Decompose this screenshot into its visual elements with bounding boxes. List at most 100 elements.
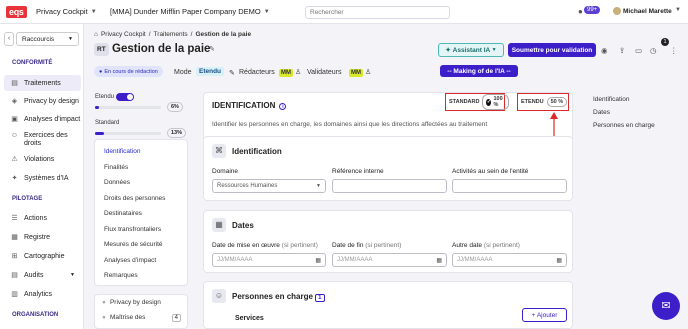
sidebar-item-systemes-ia[interactable]: ✦ Systèmes d'IA bbox=[4, 170, 81, 186]
section-nav-item[interactable]: Destinataires bbox=[95, 206, 187, 222]
sidebar-item-traitements[interactable]: ▤ Traitements bbox=[4, 75, 81, 91]
breadcrumb-current: Gestion de la paie bbox=[195, 31, 252, 38]
submit-validation-button[interactable]: Soumettre pour validation bbox=[508, 43, 596, 57]
notification-count: 1 bbox=[661, 38, 669, 46]
add-person-button[interactable]: + Ajouter bbox=[522, 308, 567, 322]
sidebar-item-exercices[interactable]: ☺ Exercices des droits bbox=[4, 130, 81, 150]
avatar[interactable] bbox=[613, 7, 621, 15]
sidebar-item-audits[interactable]: ▤ Audits ▼ bbox=[4, 267, 81, 283]
chevron-down-icon[interactable]: ▼ bbox=[675, 7, 681, 13]
date-placeholder: JJ/MM/AAAA bbox=[457, 257, 493, 263]
app-menu[interactable]: Privacy Cockpit ▼ bbox=[36, 7, 97, 16]
domaine-value: Ressources Humaines bbox=[217, 183, 278, 189]
check-icon: ✓ bbox=[486, 98, 492, 106]
record-code: RT bbox=[94, 43, 109, 56]
map-icon: ⊞ bbox=[11, 253, 18, 260]
page-title: Gestion de la paie bbox=[112, 43, 211, 55]
info-icon[interactable]: i bbox=[279, 103, 287, 110]
sidebar-item-analyses[interactable]: ▣ Analyses d'impact bbox=[4, 111, 81, 127]
etendu-level-box: ETENDU 50 % bbox=[517, 93, 569, 111]
making-of-ia-button[interactable]: -- Making of de l'IA -- bbox=[440, 65, 518, 77]
bell-icon[interactable]: ● bbox=[578, 7, 583, 16]
pen-icon: ✎ bbox=[229, 70, 235, 77]
share-icon[interactable]: ⇪ bbox=[619, 46, 625, 55]
document-icon: ▤ bbox=[11, 80, 18, 87]
domaine-select[interactable]: Ressources Humaines ▼ bbox=[212, 179, 326, 193]
sidebar-item-actions[interactable]: ☰ Actions bbox=[4, 210, 81, 226]
section-nav-item[interactable]: Finalités bbox=[95, 160, 187, 176]
home-icon[interactable]: ⌂ bbox=[94, 31, 98, 38]
user-name[interactable]: Michael Marette bbox=[623, 8, 672, 15]
sidebar-item-label: Privacy by design bbox=[24, 97, 79, 105]
calendar-icon: ▦ bbox=[315, 257, 321, 264]
more-icon[interactable]: ⋮ bbox=[670, 46, 678, 55]
fin-label: Date de fin (si pertinent) bbox=[332, 242, 402, 249]
section-nav-item[interactable]: Données bbox=[95, 175, 187, 191]
autre-date-input[interactable]: JJ/MM/AAAA ▦ bbox=[452, 253, 567, 267]
section-nav-item[interactable]: Mesures de sécurité bbox=[95, 237, 187, 253]
toc-item[interactable]: Personnes en charge bbox=[593, 122, 655, 129]
sidebar-item-label: Violations bbox=[24, 155, 55, 163]
section-nav-item[interactable]: Flux transfrontaliers bbox=[95, 222, 187, 238]
sidebar-item-label: Traitements bbox=[24, 79, 61, 87]
mode-toggle[interactable] bbox=[116, 93, 134, 101]
level-etendu-pct: 6% bbox=[167, 102, 183, 112]
count-badge: 1 bbox=[315, 294, 325, 302]
eqs-logo[interactable]: eqs bbox=[6, 6, 27, 18]
etendu-label: ETENDU bbox=[521, 99, 544, 105]
avatar: MM bbox=[279, 69, 293, 77]
fin-date-input[interactable]: JJ/MM/AAAA ▦ bbox=[332, 253, 447, 267]
chat-support-button[interactable]: ✉ bbox=[652, 292, 680, 320]
mise-date-input[interactable]: JJ/MM/AAAA ▦ bbox=[212, 253, 326, 267]
toc-item[interactable]: Identification bbox=[593, 96, 630, 103]
ref-input[interactable] bbox=[332, 179, 447, 193]
assistant-ia-button[interactable]: ✦ Assistant IA ▼ bbox=[438, 43, 504, 57]
chevron-down-icon: ▼ bbox=[70, 272, 75, 278]
date-placeholder: JJ/MM/AAAA bbox=[337, 257, 373, 263]
breadcrumb-link[interactable]: Traitements bbox=[154, 31, 188, 38]
calendar-icon: ▦ bbox=[556, 257, 562, 264]
collapse-sidebar-button[interactable]: ‹ bbox=[4, 32, 14, 46]
validateurs-group[interactable]: MM ♙ bbox=[349, 68, 371, 77]
redacteurs-group[interactable]: MM ♙ bbox=[279, 68, 301, 77]
analytics-icon: ▥ bbox=[11, 291, 18, 298]
shortcut-select[interactable]: Raccourcis ▼ bbox=[16, 32, 79, 46]
people-icon: ☺ bbox=[212, 289, 226, 303]
toc-item[interactable]: Dates bbox=[593, 109, 610, 116]
history-icon[interactable]: ◷ bbox=[650, 46, 657, 55]
mode-value[interactable]: Etendu bbox=[196, 67, 225, 76]
edit-icon[interactable]: ✎ bbox=[209, 45, 215, 53]
eye-icon[interactable]: ◉ bbox=[601, 46, 608, 55]
section-nav-item[interactable]: Identification bbox=[95, 144, 187, 160]
comment-icon[interactable]: ▭ bbox=[635, 46, 642, 55]
section-title: Personnes en charge 1 bbox=[232, 292, 325, 302]
standard-label: STANDARD bbox=[449, 99, 480, 105]
sidebar-item-privacy-by-design[interactable]: ◈ Privacy by design bbox=[4, 93, 81, 109]
section-nav-maitrise[interactable]: ● Maîtrise des 4 bbox=[95, 310, 187, 325]
sidebar-item-violations[interactable]: ⚠ Violations bbox=[4, 151, 81, 167]
sidebar-item-label: Analyses d'impact bbox=[24, 115, 81, 123]
section-nav: Identification Finalités Données Droits … bbox=[94, 139, 188, 286]
sidebar-item-label: Actions bbox=[24, 214, 47, 222]
main-content: ⌂ Privacy Cockpit / Traitements / Gestio… bbox=[84, 24, 688, 329]
notification-badge[interactable]: 99+ bbox=[584, 6, 601, 14]
section-nav-privacy[interactable]: ● Privacy by design bbox=[95, 295, 187, 310]
section-nav-item[interactable]: Remarques bbox=[95, 268, 187, 284]
sidebar-item-analytics[interactable]: ▥ Analytics bbox=[4, 286, 81, 302]
section-nav-item[interactable]: Analyses d'impact bbox=[95, 253, 187, 269]
sidebar-item-cartographie[interactable]: ⊞ Cartographie bbox=[4, 248, 81, 264]
dot-icon: ● bbox=[102, 314, 106, 321]
company-menu[interactable]: [MMA] Dunder Mifflin Paper Company DEMO ▼ bbox=[110, 7, 270, 16]
calendar-icon: ▦ bbox=[212, 218, 226, 232]
section-nav-label: Maîtrise des bbox=[109, 314, 146, 321]
app-menu-label: Privacy Cockpit bbox=[36, 7, 88, 16]
section-pilotage: PILOTAGE bbox=[12, 196, 43, 202]
sidebar-item-label: Cartographie bbox=[24, 252, 65, 260]
sidebar-item-registre[interactable]: ▦ Registre bbox=[4, 229, 81, 245]
activites-input[interactable] bbox=[452, 179, 567, 193]
breadcrumb-link[interactable]: Privacy Cockpit bbox=[101, 31, 146, 38]
status-dot-icon: ● bbox=[99, 68, 103, 75]
chevron-down-icon: ▼ bbox=[90, 8, 97, 15]
search-input[interactable] bbox=[305, 6, 450, 19]
section-nav-item[interactable]: Droits des personnes bbox=[95, 191, 187, 207]
